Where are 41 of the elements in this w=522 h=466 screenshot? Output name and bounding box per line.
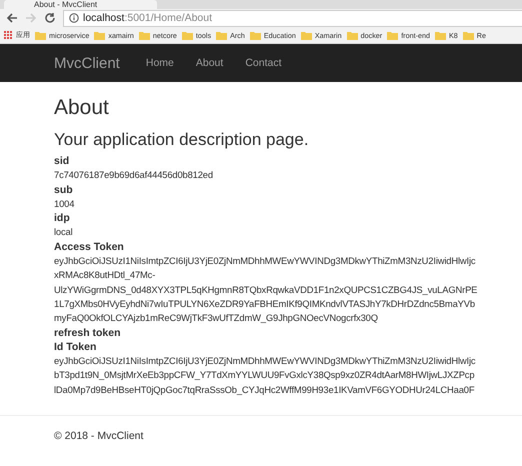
folder-icon xyxy=(94,30,106,40)
footer-text: © 2018 - MvcClient xyxy=(54,430,144,442)
page-title: About xyxy=(54,95,110,121)
claim-value: xRMAc8K8utHDtl_47Mc- xyxy=(54,268,156,282)
claim-value: UlzYWiGgrmDNS_0d48XYX3TPL5qKHgmnR8TQbxRqwkaVDD1F1n2xQUPCS1CZBG4JS_vuLAGNrPE xyxy=(54,282,478,297)
folder-icon xyxy=(462,30,474,40)
address-field[interactable]: localhost:5001/Home/About xyxy=(63,10,522,26)
nav-link[interactable]: About xyxy=(196,57,224,69)
claim-value: eyJhbGciOiJSUzI1NiIsImtpZCI6IjU3YjE0ZjNmMDhhMWEwYWVINDg3MDkwYThiZmM3NzU2IiwidHlwIjc xyxy=(54,354,476,368)
claim-value: lDa0Mp7d9BeHBseHT0jQpGoc7tqRraSssOb_CYJqHc2WffM99H93e1IKVamVF6GYODHUr24LCHaa0F xyxy=(54,382,476,397)
claim-name: sub xyxy=(54,182,74,197)
claim-name: Id Token xyxy=(54,340,98,354)
back-arrow-icon[interactable] xyxy=(6,12,18,24)
folder-icon xyxy=(250,30,261,40)
claim-value: bT3pd1t9N_0MsjtMrXeEb3ppCFW_Y7TdXmYYLWUU9FvGxlcY38Qsp9xz0ZR4dtAarM8HWIjwLJXZPcp xyxy=(54,368,476,382)
brand-link[interactable]: MvcClient xyxy=(54,54,120,72)
claim-value: 1L7gXMbs0HVyEyhdNi7wIuTPULYN6XeZDR9YaFBHEmIKf9QIMKndvlVTASJhY7kDHrDZdnc5BmaYVb xyxy=(54,296,476,311)
claim-value: 1004 xyxy=(54,196,76,211)
folder-icon xyxy=(216,30,228,40)
claim-value: local xyxy=(54,225,74,240)
info-icon xyxy=(69,13,79,23)
folder-icon xyxy=(35,30,46,40)
folder-icon xyxy=(346,30,358,40)
folder-icon xyxy=(182,30,193,40)
nav-link[interactable]: Contact xyxy=(245,57,282,69)
nav-link[interactable]: Home xyxy=(146,57,174,69)
claim-value: eyJhbGciOiJSUzI1NiIsImtpZCI6IjU3YjE0ZjNmMDhhMWEwYWVINDg3MDkwYThiZmM3NzU2IiwidHlwIjc xyxy=(54,254,476,268)
folder-icon xyxy=(300,30,312,40)
browser-tab[interactable]: About - MvcClient xyxy=(4,0,158,9)
folder-icon xyxy=(138,30,150,40)
claim-value: 7c74076187e9b69d6af44456d0b812ed xyxy=(54,168,214,182)
claim-name: idp xyxy=(54,211,71,226)
claim-name: sid xyxy=(54,154,70,168)
claim-name: refresh token xyxy=(54,326,122,340)
folder-icon xyxy=(434,30,446,40)
reload-icon[interactable] xyxy=(44,12,56,24)
claim-value: myFaQ0OkfOLCYAjzb1mReC9WjTkF3wUfTZdmW_G9JhpGNOecVNogcrfx30Q xyxy=(54,311,379,326)
apps-grid-icon xyxy=(4,30,13,40)
folder-icon xyxy=(387,30,398,40)
claim-name: Access Token xyxy=(54,240,125,254)
page-subtitle: Your application description page. xyxy=(54,130,310,150)
